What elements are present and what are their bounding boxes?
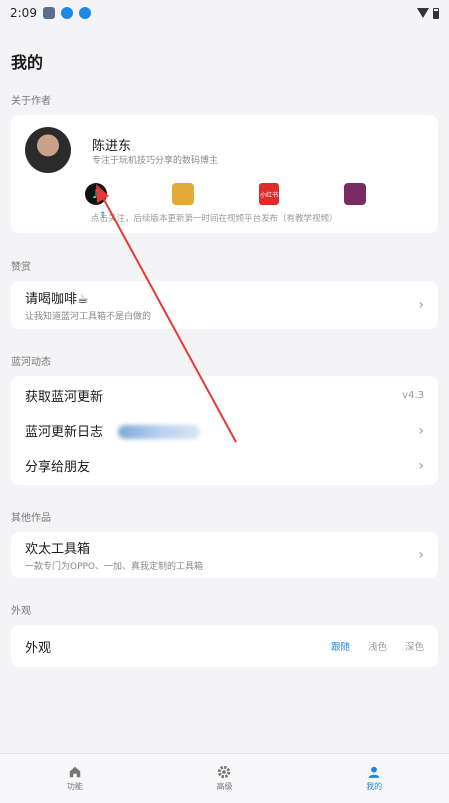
section-label-other: 其他作品 xyxy=(11,513,51,524)
chevron-right-icon: › xyxy=(418,422,424,439)
tv-icon[interactable] xyxy=(344,183,366,205)
nav-label-features: 功能 xyxy=(66,782,83,791)
download-notification-icon-2 xyxy=(78,7,91,19)
author-name: 陈进东 xyxy=(92,139,132,154)
coffee-subtitle: 让我知道蓝河工具箱不是白做的 xyxy=(25,312,152,322)
get-update-row[interactable]: 获取蓝河更新 v4.3 xyxy=(11,378,438,413)
appearance-title: 外观 xyxy=(25,640,52,656)
chevron-right-icon: › xyxy=(418,457,424,474)
huantai-toolbox-row[interactable]: 欢太工具箱 一款专门为OPPO、一加、真我定制的工具箱 › xyxy=(11,532,438,578)
coffee-row[interactable]: 请喝咖啡☕ 让我知道蓝河工具箱不是白做的 › xyxy=(11,281,438,329)
huantai-subtitle: 一款专门为OPPO、一加、真我定制的工具箱 xyxy=(25,562,204,572)
version-label: v4.3 xyxy=(402,390,424,401)
person-icon xyxy=(368,766,380,778)
nav-item-mine[interactable]: 我的 xyxy=(334,765,414,792)
author-description: 专注于玩机技巧分享的数码博主 xyxy=(92,156,219,166)
download-notification-icon xyxy=(60,7,73,19)
theme-option-light[interactable]: 浅色 xyxy=(368,639,387,653)
appearance-row: 外观 跟随 浅色 深色 xyxy=(11,625,438,667)
status-time: 2:09 xyxy=(10,6,37,20)
nav-item-advanced[interactable]: 高级 xyxy=(184,765,264,792)
author-avatar[interactable] xyxy=(25,127,71,173)
section-label-appreciate: 赞赏 xyxy=(11,262,31,273)
xiaohongshu-icon[interactable]: 小红书 xyxy=(259,183,279,205)
theme-option-dark[interactable]: 深色 xyxy=(405,639,424,653)
page-title: 我的 xyxy=(11,53,44,72)
bilibili-icon[interactable] xyxy=(172,183,194,205)
theme-selector: 跟随 浅色 深色 xyxy=(331,639,424,653)
nav-label-advanced: 高级 xyxy=(216,782,233,791)
changelog-title: 蓝河更新日志 xyxy=(25,425,104,440)
chevron-right-icon: › xyxy=(418,297,424,313)
nav-label-mine: 我的 xyxy=(366,782,383,791)
news-card: 获取蓝河更新 v4.3 蓝河更新日志 › 分享给朋友 › xyxy=(11,376,438,485)
tiktok-icon[interactable] xyxy=(85,183,107,205)
nav-item-features[interactable]: 功能 xyxy=(35,765,115,792)
get-update-title: 获取蓝河更新 xyxy=(25,390,104,405)
coffee-title: 请喝咖啡☕ xyxy=(25,292,89,307)
huantai-title: 欢太工具箱 xyxy=(25,542,91,557)
wifi-icon xyxy=(417,8,429,18)
status-bar: 2:09 xyxy=(0,0,449,26)
gear-icon xyxy=(218,765,231,779)
chevron-right-icon: › xyxy=(418,547,424,563)
battery-icon xyxy=(433,7,439,19)
section-label-about: 关于作者 xyxy=(11,96,51,107)
share-title: 分享给朋友 xyxy=(25,460,91,475)
follow-note: 点击关注，后续版本更新第一时间在视频平台发布（有教学视频） xyxy=(91,214,338,224)
section-label-appearance: 外观 xyxy=(11,606,31,617)
blurred-content xyxy=(118,424,201,439)
gallery-notification-icon xyxy=(42,7,55,19)
home-icon xyxy=(69,766,81,778)
theme-option-follow[interactable]: 跟随 xyxy=(331,639,350,653)
section-label-news: 蓝河动态 xyxy=(11,357,51,368)
author-card: 陈进东 专注于玩机技巧分享的数码博主 小红书 ↑ 点击关注，后续版本更新第一时间… xyxy=(11,115,438,233)
bottom-nav: 功能 高级 我的 xyxy=(0,753,449,803)
social-links: 小红书 xyxy=(11,183,438,205)
share-row[interactable]: 分享给朋友 › xyxy=(11,448,438,483)
changelog-row[interactable]: 蓝河更新日志 › xyxy=(11,413,438,448)
